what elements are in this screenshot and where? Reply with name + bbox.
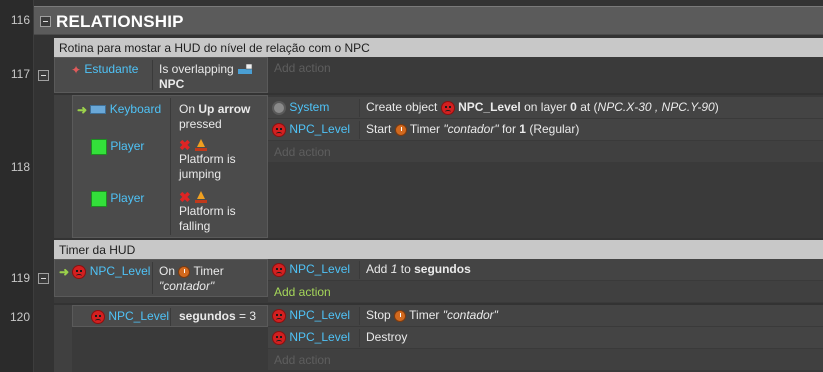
group-title: RELATIONSHIP (56, 12, 184, 31)
action-object-npc-level[interactable]: NPC_Level (289, 122, 350, 136)
line-number-120: 120 (9, 310, 30, 324)
action-object-npc-level[interactable]: NPC_Level (289, 262, 350, 276)
condition-object-player[interactable]: Player (110, 139, 144, 153)
keyboard-icon (90, 105, 107, 115)
condition-object-estudante[interactable]: Estudante (84, 62, 138, 76)
sad-face-icon (272, 122, 286, 137)
event-119[interactable]: ➜ NPC_Level On Timer "contador" NPC_Leve… (54, 259, 823, 303)
event-117-conditions[interactable]: ✦ Estudante Is overlapping NPC (54, 57, 268, 93)
line-number-117: 117 (10, 67, 30, 81)
condition-on-timer[interactable]: On Timer "contador" (159, 264, 224, 294)
action-start-timer[interactable]: NPC_Level Start Timer "contador" for 1 (… (268, 119, 823, 141)
action-start-timer-text[interactable]: Start Timer "contador" for 1 (Regular) (366, 122, 579, 137)
sub-event-arrow-icon: ➜ (77, 102, 88, 117)
inverted-condition-x-icon: ✖ (179, 136, 191, 153)
collapse-event-119-button[interactable] (38, 273, 49, 284)
condition-is-overlapping[interactable]: Is overlapping NPC (159, 62, 253, 92)
comment-row[interactable]: Timer da HUD (54, 240, 823, 259)
inverted-condition-x-icon: ✖ (179, 188, 191, 205)
action-add-text[interactable]: Add 1 to segundos (366, 262, 471, 277)
platform-behavior-icon (194, 138, 208, 152)
timer-clock-icon (178, 265, 191, 278)
sad-face-icon (272, 262, 286, 277)
action-destroy-text[interactable]: Destroy (366, 330, 407, 345)
action-destroy[interactable]: NPC_Level Destroy (268, 327, 823, 349)
condition-object-npc-level[interactable]: NPC_Level (108, 309, 169, 323)
line-number-118: 118 (10, 160, 30, 174)
condition-object-npc-level[interactable]: NPC_Level (90, 264, 151, 278)
person-icon: ✦ (71, 62, 82, 77)
add-action-button[interactable]: Add action (274, 353, 331, 367)
event-120-conditions[interactable]: NPC_Level segundos = 3 (72, 305, 268, 327)
action-create-object[interactable]: System Create object NPC_Level on layer … (268, 97, 823, 119)
condition-compare-variable[interactable]: segundos = 3 (179, 309, 256, 324)
condition-platform-is-falling[interactable]: ✖ Platform is falling (179, 189, 236, 234)
condition-object-keyboard[interactable]: Keyboard (110, 102, 161, 116)
desk-icon (237, 63, 253, 76)
event-119-conditions[interactable]: ➜ NPC_Level On Timer "contador" (54, 259, 268, 297)
event-118[interactable]: ➜ Keyboard On Up arrow pressed Player ✖ … (54, 95, 823, 238)
event-group-header[interactable]: RELATIONSHIP (34, 6, 823, 35)
sad-face-icon (272, 330, 286, 345)
line-number-116: 116 (10, 13, 30, 27)
gear-icon (272, 100, 286, 115)
player-icon (91, 191, 107, 207)
sub-event-arrow-icon: ➜ (59, 264, 70, 279)
action-stop-timer-text[interactable]: Stop Timer "contador" (366, 308, 498, 323)
sad-face-icon (72, 264, 87, 279)
collapse-group-button[interactable] (40, 16, 51, 27)
condition-on-key-pressed[interactable]: On Up arrow pressed (179, 102, 250, 132)
add-action-row: Add action (268, 349, 823, 371)
platform-behavior-icon (194, 190, 208, 204)
action-create-object-text[interactable]: Create object NPC_Level on layer 0 at (N… (366, 100, 719, 115)
event-117[interactable]: ✦ Estudante Is overlapping NPC Add actio… (54, 57, 823, 93)
sad-face-icon (440, 100, 455, 115)
add-action-row: Add action (268, 281, 823, 303)
sad-face-icon (272, 308, 286, 323)
action-add-to-variable[interactable]: NPC_Level Add 1 to segundos (268, 259, 823, 281)
event-118-conditions[interactable]: ➜ Keyboard On Up arrow pressed Player ✖ … (72, 95, 268, 238)
player-icon (91, 139, 107, 155)
add-action-button[interactable]: Add action (274, 285, 331, 299)
action-object-npc-level[interactable]: NPC_Level (289, 308, 350, 322)
timer-clock-icon (394, 123, 407, 136)
sad-face-icon (91, 309, 105, 324)
line-number-119: 119 (10, 271, 30, 285)
action-object-system[interactable]: System (289, 100, 329, 114)
action-stop-timer[interactable]: NPC_Level Stop Timer "contador" (268, 305, 823, 327)
condition-object-player[interactable]: Player (110, 191, 144, 205)
timer-clock-icon (394, 309, 407, 322)
comment-row[interactable]: Rotina para mostar a HUD do nível de rel… (54, 38, 823, 57)
action-object-npc-level[interactable]: NPC_Level (289, 330, 350, 344)
event-120[interactable]: NPC_Level segundos = 3 NPC_Level Stop Ti… (54, 305, 823, 372)
condition-platform-is-jumping[interactable]: ✖ Platform is jumping (179, 137, 236, 182)
collapse-event-117-button[interactable] (38, 70, 49, 81)
add-action-button[interactable]: Add action (274, 145, 331, 159)
add-action-row: Add action (268, 141, 823, 163)
add-action-button[interactable]: Add action (274, 61, 331, 75)
